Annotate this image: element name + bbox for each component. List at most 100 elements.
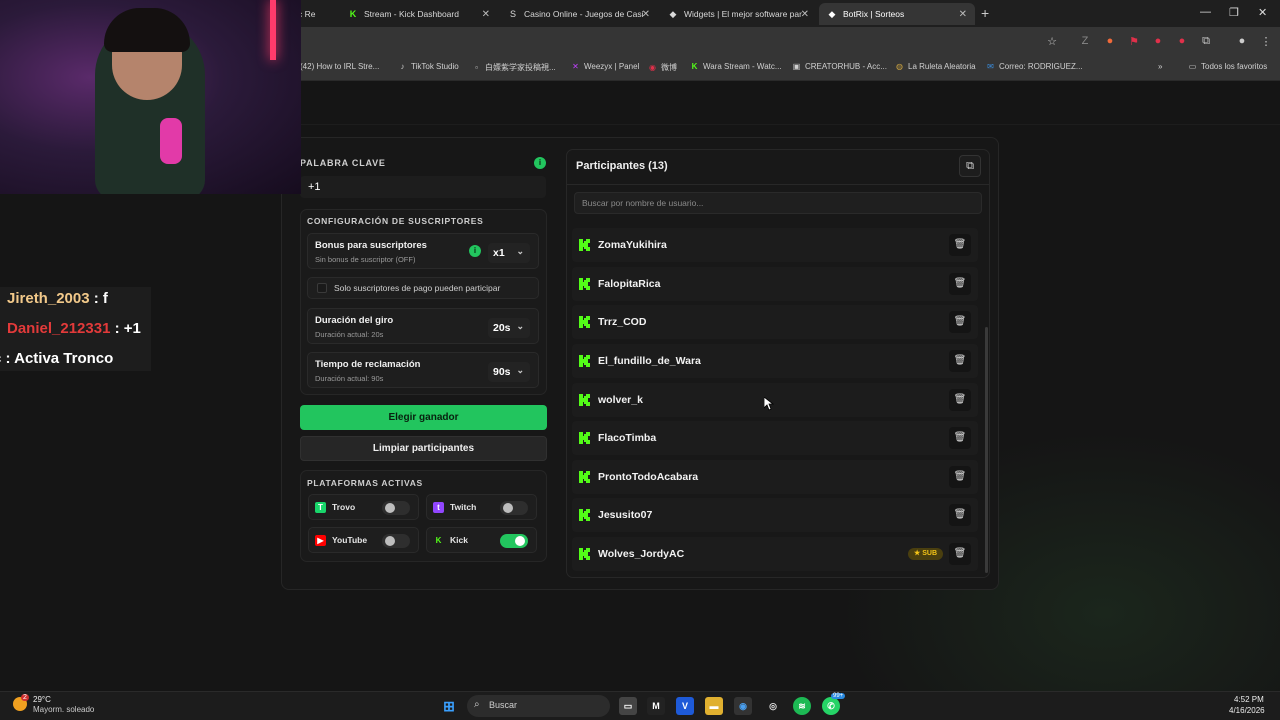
trash-icon[interactable]: 🗑 [949, 389, 971, 411]
weather-badge: 2 [21, 694, 29, 701]
vegas-icon[interactable]: V [676, 697, 694, 715]
bookmark-wara[interactable]: K Wara Stream - Watc... [690, 62, 782, 71]
twitch-icon: t [433, 502, 444, 513]
task-view-icon[interactable]: ▭ [619, 697, 637, 715]
menu-icon[interactable]: ⋮ [1259, 35, 1273, 48]
taskbar-search-label: Buscar [489, 700, 518, 710]
window-close-icon[interactable]: ✕ [1258, 6, 1267, 19]
chat-user: Jireth_2003 [7, 290, 90, 307]
trash-icon[interactable]: 🗑 [949, 466, 971, 488]
close-icon[interactable]: ✕ [482, 9, 490, 20]
trash-icon[interactable]: 🗑 [949, 273, 971, 295]
chat-line: Jireth_2003 : f [7, 290, 108, 307]
extension-z-icon[interactable]: Z [1078, 35, 1092, 47]
trash-icon[interactable]: 🗑 [949, 427, 971, 449]
trash-icon[interactable]: 🗑 [949, 504, 971, 526]
clock-date[interactable]: 4/16/2026 [1229, 706, 1265, 715]
bookmarks-overflow-icon[interactable]: » [1158, 62, 1162, 71]
bonus-multiplier-select[interactable]: x1 ⌄ [488, 243, 530, 263]
mail-icon: ✉ [987, 62, 994, 71]
extension-dot-icon[interactable]: ● [1151, 35, 1165, 47]
keyword-input[interactable]: +1 [300, 176, 546, 198]
new-tab-button[interactable]: + [981, 5, 989, 21]
bookmark-ruleta[interactable]: ◍ La Ruleta Aleatoria [895, 62, 976, 71]
bookmark-creatorhub[interactable]: ▣ CREATORHUB - Acc... [792, 62, 887, 71]
bookmark-weibo[interactable]: ◉ 微博 [648, 62, 677, 73]
kick-icon [579, 509, 590, 521]
toggle-knob [385, 503, 395, 513]
paid-only-label: Solo suscriptores de pago pueden partici… [334, 283, 501, 293]
copy-icon[interactable]: ⧉ [959, 155, 981, 177]
bookmark-correo[interactable]: ✉ Correo: RODRIGUEZ... [986, 62, 1082, 71]
clear-participants-button[interactable]: Limpiar participantes [300, 436, 547, 461]
bookmark-label: (42) How to IRL Stre... [300, 62, 380, 71]
toggle-knob [385, 536, 395, 546]
close-icon[interactable]: ✕ [801, 9, 809, 20]
bonus-title: Bonus para suscriptores [315, 240, 427, 251]
capcut-icon[interactable]: M [647, 697, 665, 715]
clock-time[interactable]: 4:52 PM [1234, 695, 1264, 704]
whatsapp-icon[interactable]: ✆ [822, 697, 840, 715]
participants-scrollbar[interactable] [985, 327, 988, 573]
claim-time-select[interactable]: 90s ⌄ [488, 362, 530, 382]
wheel-icon: ◍ [896, 62, 903, 71]
tab-botrix-sorteos[interactable]: ◆ BotRix | Sorteos ✕ [819, 3, 975, 25]
search-icon: ⌕ [474, 699, 480, 710]
participant-row: FlacoTimba 🗑 [572, 421, 978, 455]
platform-kick: K Kick [426, 527, 537, 553]
participant-name: ProntoTodoAcabara [598, 471, 699, 483]
close-icon[interactable]: ✕ [959, 9, 967, 20]
extensions-puzzle-icon[interactable]: ⧉ [1199, 35, 1213, 48]
extension-circle-icon[interactable]: ● [1175, 35, 1189, 47]
bookmark-cn[interactable]: ▫ 白嫖紫学家投稿視... [472, 62, 556, 73]
weezyx-icon: ✕ [572, 62, 579, 71]
neon-light [270, 0, 276, 60]
star-icon[interactable]: ☆ [1045, 35, 1059, 48]
windows-start-icon[interactable]: ⊞ [440, 697, 458, 715]
participant-row: wolver_k 🗑 [572, 383, 978, 417]
extension-fire-icon[interactable]: ● [1103, 35, 1117, 47]
trash-icon[interactable]: 🗑 [949, 350, 971, 372]
weibo-icon: ◉ [649, 63, 656, 72]
file-explorer-icon[interactable]: ▬ [705, 697, 723, 715]
youtube-toggle[interactable] [382, 534, 410, 548]
pick-winner-button[interactable]: Elegir ganador [300, 405, 547, 430]
kick-icon: K [435, 536, 442, 545]
tab-kick-dashboard[interactable]: K Stream - Kick Dashboard ✕ [340, 3, 498, 25]
bookmark-label: 微博 [661, 63, 677, 72]
spotify-icon[interactable]: ≋ [793, 697, 811, 715]
bookmark-weezyx[interactable]: ✕ Weezyx | Panel [571, 62, 639, 71]
spin-duration-title: Duración del giro [315, 315, 394, 326]
participant-search-input[interactable] [574, 192, 982, 214]
spin-duration-select[interactable]: 20s ⌄ [488, 318, 530, 338]
maximize-icon[interactable]: ❐ [1229, 6, 1239, 19]
all-bookmarks[interactable]: ▭ Todos los favoritos [1188, 62, 1268, 71]
minimize-icon[interactable]: — [1200, 6, 1211, 18]
profile-avatar[interactable]: ● [1235, 35, 1249, 47]
platforms-title: PLATAFORMAS ACTIVAS [307, 478, 423, 488]
paid-only-row[interactable]: Solo suscriptores de pago pueden partici… [307, 277, 539, 299]
kick-toggle[interactable] [500, 534, 528, 548]
tab-widgets[interactable]: ◆ Widgets | El mejor software par ✕ [660, 3, 817, 25]
taskbar-search[interactable]: ⌕ Buscar [467, 695, 610, 717]
participant-name: FlacoTimba [598, 432, 657, 444]
info-icon[interactable]: i [534, 157, 546, 169]
extension-red-icon[interactable]: ⚑ [1127, 35, 1141, 48]
bookmark-tiktok[interactable]: ♪ TikTok Studio [398, 62, 459, 71]
page-icon: ▫ [475, 63, 478, 72]
paid-only-checkbox[interactable] [317, 283, 327, 293]
participant-row: ZomaYukihira 🗑 [572, 228, 978, 262]
tab-casino[interactable]: S Casino Online - Juegos de Casi ✕ [500, 3, 658, 25]
close-icon[interactable]: ✕ [642, 9, 650, 20]
trash-icon[interactable]: 🗑 [949, 543, 971, 565]
trash-icon[interactable]: 🗑 [949, 311, 971, 333]
bookmark-irl[interactable]: (42) How to IRL Stre... [300, 62, 379, 71]
bookmark-label: La Ruleta Aleatoria [908, 62, 976, 71]
trovo-toggle[interactable] [382, 501, 410, 515]
participant-row: ProntoTodoAcabara 🗑 [572, 460, 978, 494]
trash-icon[interactable]: 🗑 [949, 234, 971, 256]
twitch-toggle[interactable] [500, 501, 528, 515]
bonus-info-icon[interactable]: i [469, 245, 481, 257]
chrome-icon[interactable]: ◉ [734, 697, 752, 715]
obs-icon[interactable]: ◎ [764, 697, 782, 715]
